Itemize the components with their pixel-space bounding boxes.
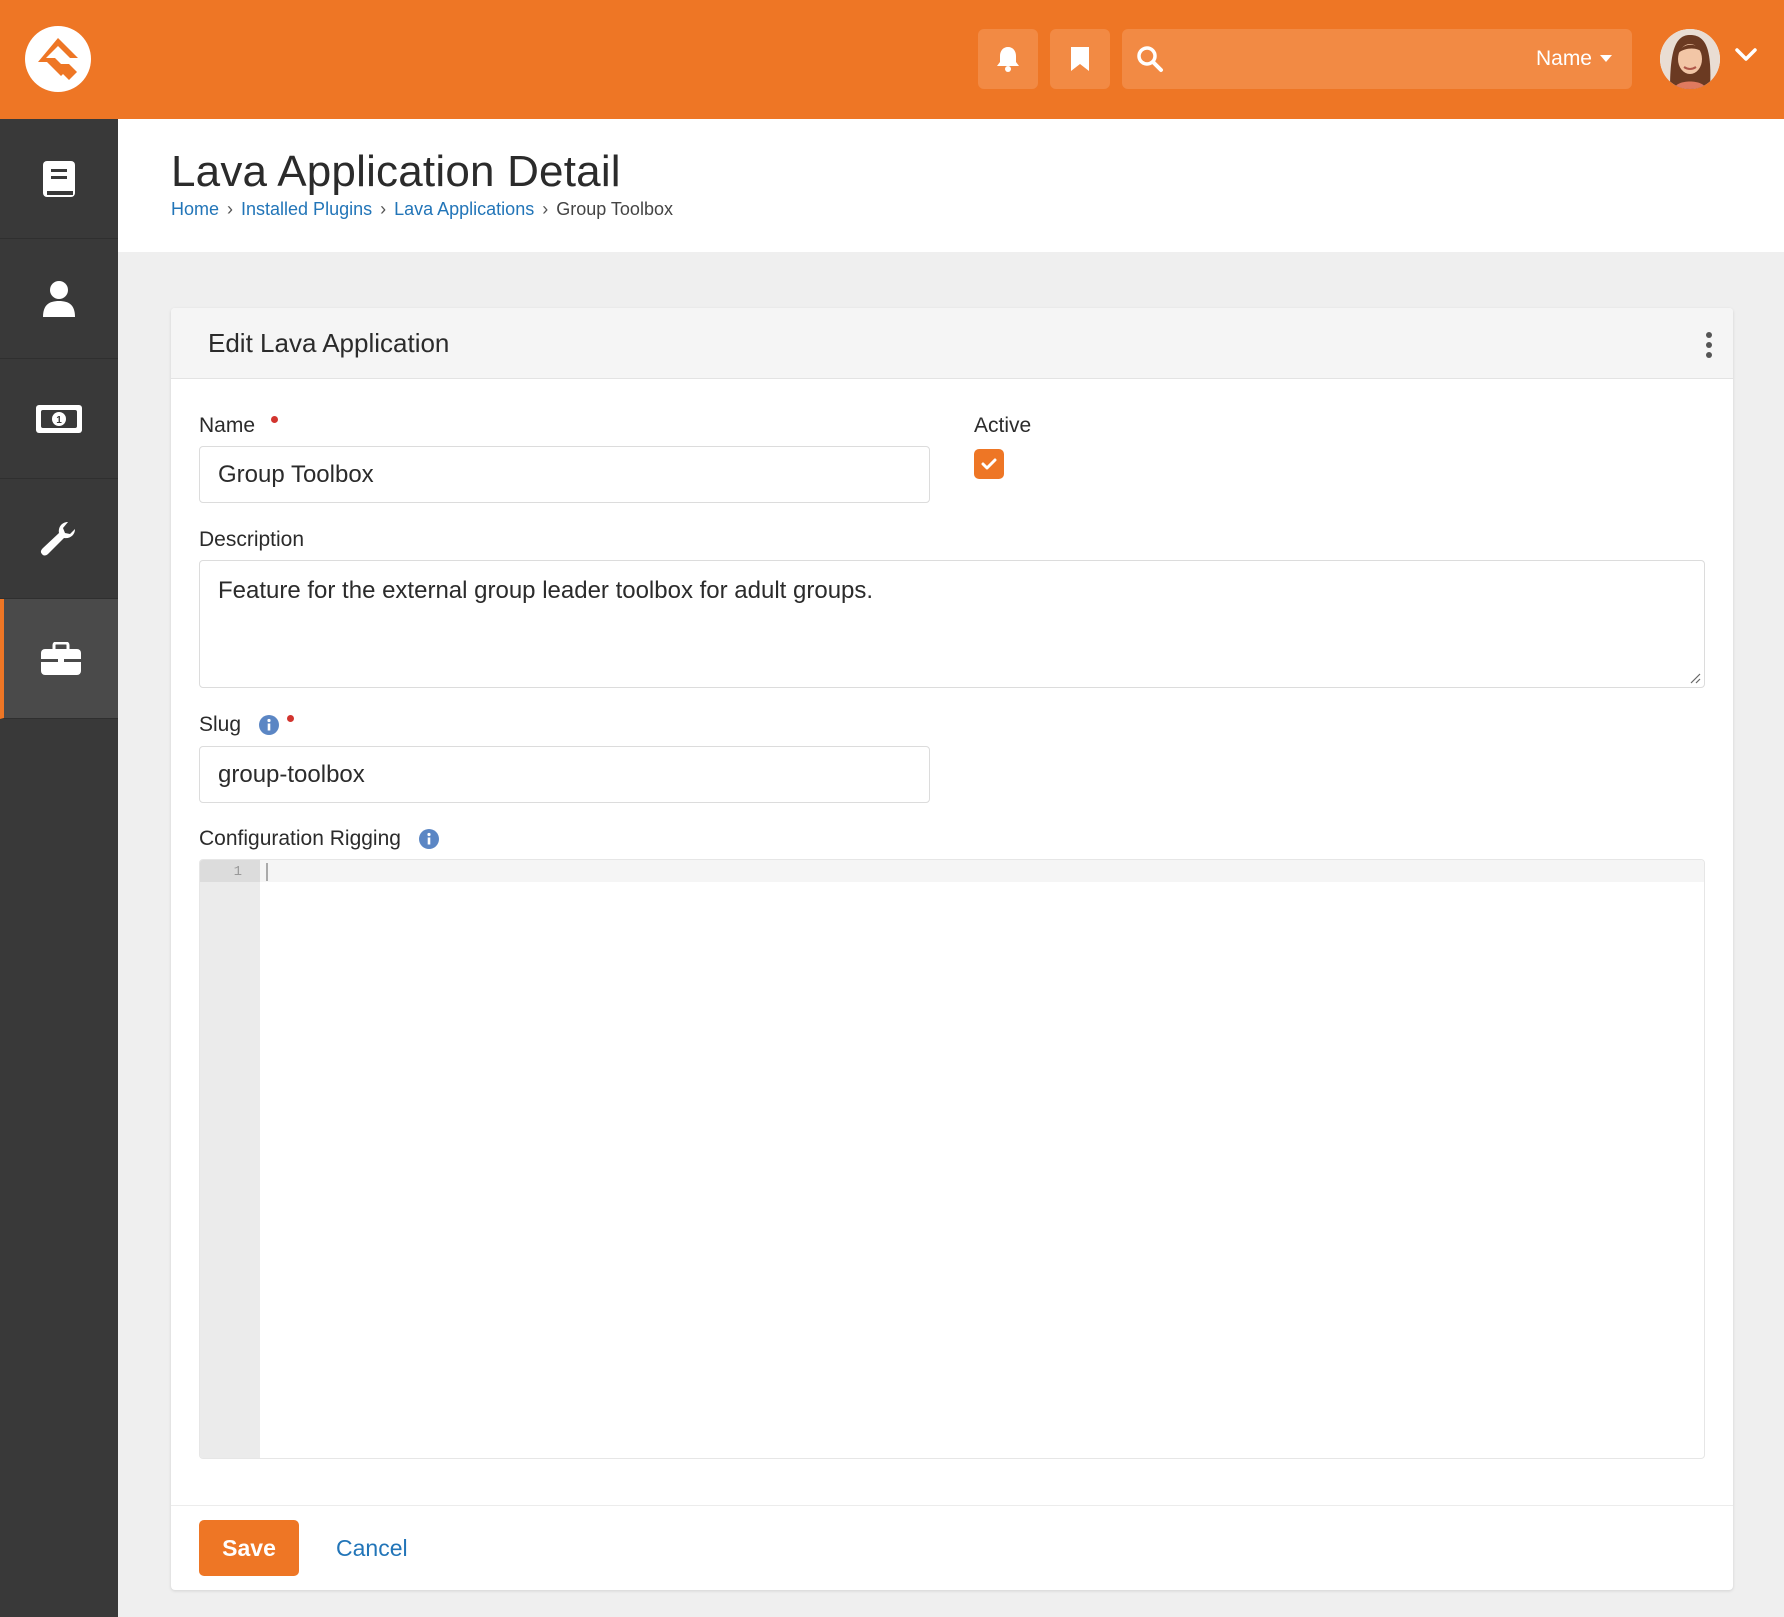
slug-label: Slug	[199, 713, 242, 736]
panel-title: Edit Lava Application	[208, 328, 450, 358]
text-caret	[266, 863, 268, 881]
save-button[interactable]: Save	[199, 1520, 299, 1576]
avatar[interactable]	[1660, 29, 1720, 89]
required-indicator	[270, 416, 278, 423]
resize-grip-icon[interactable]	[1689, 672, 1701, 684]
slug-field[interactable]: group-toolbox	[199, 746, 930, 803]
kebab-menu-icon[interactable]	[1703, 332, 1715, 358]
sidebar: 1	[0, 119, 118, 1617]
active-line	[260, 860, 1704, 882]
info-icon[interactable]	[258, 715, 279, 736]
chevron-right-icon: ›	[380, 199, 387, 219]
sidebar-item-people[interactable]	[0, 239, 118, 359]
chevron-right-icon: ›	[227, 199, 234, 219]
active-label: Active	[974, 414, 1032, 437]
caret-down-icon	[1600, 55, 1612, 62]
slug-label-group: Slug	[199, 713, 294, 737]
briefcase-icon	[41, 641, 81, 675]
config-label: Configuration Rigging	[199, 827, 401, 850]
money-icon: 1	[36, 404, 82, 433]
editor-gutter	[200, 860, 260, 1458]
sidebar-item-tools[interactable]	[0, 599, 118, 719]
active-checkbox[interactable]	[974, 449, 1004, 479]
line-number: 1	[233, 864, 242, 880]
search-icon	[1137, 46, 1163, 72]
search-scope-label: Name	[1535, 47, 1592, 70]
chevron-right-icon: ›	[542, 199, 549, 219]
cancel-button[interactable]: Cancel	[336, 1520, 408, 1576]
description-value: Feature for the external group leader to…	[218, 577, 874, 604]
breadcrumb-current: Group Toolbox	[556, 199, 673, 219]
checkmark-icon	[981, 458, 997, 470]
top-bar: Name	[0, 0, 1784, 119]
code-editor[interactable]: 1	[199, 859, 1705, 1459]
panel-heading: Edit Lava Application	[171, 308, 1733, 379]
info-icon[interactable]	[418, 829, 439, 850]
description-label: Description	[199, 528, 305, 551]
search-box: Name	[1122, 29, 1632, 89]
description-field[interactable]: Feature for the external group leader to…	[199, 560, 1705, 688]
page-title: Lava Application Detail	[171, 147, 621, 196]
sidebar-item-admin-tools[interactable]	[0, 479, 118, 599]
slug-value: group-toolbox	[218, 760, 365, 788]
breadcrumb: Home › Installed Plugins › Lava Applicat…	[171, 199, 673, 220]
sidebar-item-finance[interactable]: 1	[0, 359, 118, 479]
edit-panel: Edit Lava Application Name Group Toolbox…	[171, 308, 1733, 1590]
bookmark-button[interactable]	[1050, 29, 1110, 89]
config-label-group: Configuration Rigging	[199, 827, 439, 851]
search-input[interactable]	[1174, 39, 1504, 79]
name-field[interactable]: Group Toolbox	[199, 446, 930, 503]
person-icon	[43, 280, 75, 317]
bell-icon	[997, 47, 1019, 72]
required-indicator	[286, 715, 294, 722]
notifications-button[interactable]	[978, 29, 1038, 89]
name-label: Name	[199, 414, 256, 437]
bookmark-icon	[1071, 47, 1089, 71]
page-header: Lava Application Detail Home › Installed…	[118, 119, 1784, 252]
sidebar-item-content[interactable]	[0, 119, 118, 239]
svg-text:1: 1	[56, 415, 62, 426]
name-value: Group Toolbox	[218, 460, 374, 488]
breadcrumb-home[interactable]: Home	[171, 199, 219, 220]
book-icon	[43, 160, 75, 197]
search-scope-dropdown[interactable]: Name	[1536, 29, 1612, 89]
chevron-down-icon[interactable]	[1735, 48, 1757, 62]
breadcrumb-installed-plugins[interactable]: Installed Plugins	[241, 199, 372, 220]
rock-logo-icon[interactable]	[25, 26, 91, 92]
breadcrumb-lava-applications[interactable]: Lava Applications	[394, 199, 534, 220]
name-label-group: Name	[199, 414, 278, 438]
wrench-icon	[40, 521, 75, 555]
